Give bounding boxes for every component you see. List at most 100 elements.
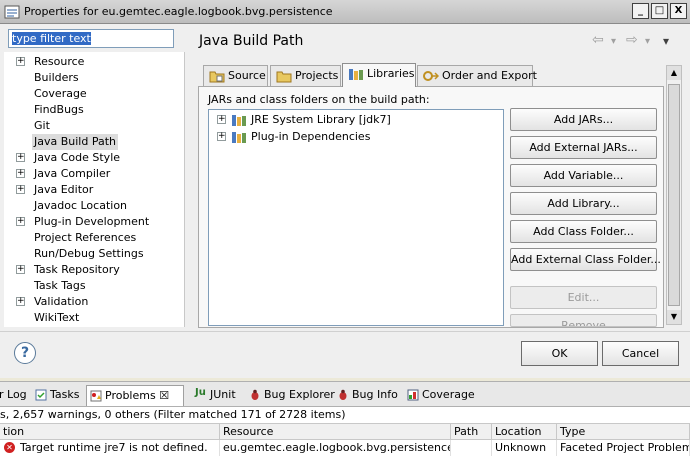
tree-item-java-compiler[interactable]: + Java Compiler: [4, 166, 185, 182]
add-variable-button[interactable]: Add Variable...: [510, 164, 657, 187]
tab-order-and-export[interactable]: Order and Export: [417, 65, 537, 86]
remove-button[interactable]: Remove: [510, 314, 657, 327]
column-resource[interactable]: Resource: [220, 424, 451, 440]
tree-item-project-references[interactable]: Project References: [4, 230, 185, 246]
tree-item-label: Javadoc Location: [34, 199, 128, 212]
tree-item-git[interactable]: Git: [4, 118, 185, 134]
tab-label: Libraries: [367, 67, 415, 80]
property-page-tree: + Resource Builders Coverage FindBugs Gi…: [4, 52, 185, 327]
tree-item-plug-in-development[interactable]: + Plug-in Development: [4, 214, 185, 230]
ok-button[interactable]: OK: [521, 341, 598, 366]
tab-label: Bug Explorer: [264, 388, 335, 401]
tab-coverage[interactable]: Coverage: [404, 385, 475, 406]
add-external-jars-button[interactable]: Add External JARs...: [510, 136, 657, 159]
tree-item-findbugs[interactable]: FindBugs: [4, 102, 185, 118]
tree-item-builders[interactable]: Builders: [4, 70, 185, 86]
tab-label: Source: [228, 69, 266, 82]
cell-resource: eu.gemtec.eagle.logbook.bvg.persistence: [220, 440, 451, 456]
vertical-scrollbar[interactable]: ▲ ▼: [666, 65, 682, 325]
view-tabs-bar: r Log Tasks Problems ☒ Ju JUnit Bug Expl…: [0, 381, 690, 407]
tree-item-task-tags[interactable]: Task Tags: [4, 278, 185, 294]
cell-path: [451, 440, 492, 456]
tab-label: r Log: [0, 388, 27, 401]
column-type[interactable]: Type: [557, 424, 690, 440]
tree-item-resource[interactable]: + Resource: [4, 54, 185, 70]
library-icon: [232, 115, 246, 126]
tab-libraries[interactable]: Libraries: [342, 63, 416, 87]
tab-problems[interactable]: Problems ☒: [86, 385, 184, 406]
column-path[interactable]: Path: [451, 424, 492, 440]
edit-button[interactable]: Edit...: [510, 286, 657, 309]
add-library-button[interactable]: Add Library...: [510, 192, 657, 215]
title-bar[interactable]: Properties for eu.gemtec.eagle.logbook.b…: [0, 0, 690, 24]
tab-junit[interactable]: Ju JUnit: [192, 385, 242, 406]
tab-bug-info[interactable]: Bug Info: [334, 385, 400, 406]
maximize-button[interactable]: □: [651, 3, 668, 19]
tree-item-label: Task Repository: [34, 263, 120, 276]
tab-error-log[interactable]: r Log: [0, 385, 28, 406]
scroll-thumb[interactable]: [668, 84, 680, 306]
build-path-entries[interactable]: + JRE System Library [jdk7] + Plug-in De…: [208, 109, 504, 326]
add-external-class-folder-button[interactable]: Add External Class Folder...: [510, 248, 661, 271]
library-icon: [232, 132, 246, 143]
forward-dropdown-icon[interactable]: ▾: [645, 36, 650, 47]
column-location[interactable]: Location: [492, 424, 557, 440]
tree-item-label: Java Compiler: [34, 167, 111, 180]
entry-jre-system-library[interactable]: + JRE System Library [jdk7]: [217, 112, 497, 128]
tab-label: Coverage: [422, 388, 475, 401]
entry-plug-in-dependencies[interactable]: + Plug-in Dependencies: [217, 129, 497, 145]
cell-type: Faceted Project Problem: [557, 440, 690, 456]
scroll-down-icon[interactable]: ▼: [667, 310, 681, 324]
close-button[interactable]: X: [670, 3, 687, 19]
view-menu-icon[interactable]: ▾: [663, 34, 669, 48]
tab-tasks[interactable]: Tasks: [32, 385, 82, 406]
tree-item-wikitext[interactable]: WikiText: [4, 310, 185, 326]
tab-source[interactable]: Source: [203, 65, 268, 86]
expand-icon[interactable]: +: [217, 132, 226, 141]
scroll-up-icon[interactable]: ▲: [667, 66, 681, 80]
tree-item-run-debug-settings[interactable]: Run/Debug Settings: [4, 246, 185, 262]
expand-icon[interactable]: +: [217, 115, 226, 124]
tasks-icon: [35, 389, 47, 401]
tree-item-task-repository[interactable]: + Task Repository: [4, 262, 185, 278]
cancel-button[interactable]: Cancel: [602, 341, 679, 366]
expand-icon[interactable]: +: [16, 57, 25, 66]
tab-label: Order and Export: [442, 69, 537, 82]
coverage-icon: [407, 389, 419, 401]
add-jars-button[interactable]: Add JARs...: [510, 108, 657, 131]
junit-icon: Ju: [195, 387, 206, 398]
tree-item-java-code-style[interactable]: + Java Code Style: [4, 150, 185, 166]
tree-item-label: Git: [34, 119, 50, 132]
expand-icon[interactable]: +: [16, 217, 25, 226]
expand-icon[interactable]: +: [16, 169, 25, 178]
source-folder-icon: [209, 71, 225, 83]
expand-icon[interactable]: +: [16, 153, 25, 162]
problems-table-header: tion Resource Path Location Type: [0, 423, 690, 440]
tree-item-java-editor[interactable]: + Java Editor: [4, 182, 185, 198]
tab-label: Problems ☒: [105, 389, 170, 402]
tree-item-javadoc-location[interactable]: Javadoc Location: [4, 198, 185, 214]
filter-text: type filter text: [12, 32, 91, 45]
table-row[interactable]: ✕ Target runtime jre7 is not defined. eu…: [0, 440, 690, 456]
cell-description: ✕ Target runtime jre7 is not defined.: [0, 440, 220, 456]
tree-item-validation[interactable]: + Validation: [4, 294, 185, 310]
help-icon[interactable]: ?: [14, 342, 36, 364]
back-arrow-icon[interactable]: ⇦: [592, 32, 604, 48]
filter-input[interactable]: type filter text: [8, 29, 174, 48]
add-class-folder-button[interactable]: Add Class Folder...: [510, 220, 657, 243]
back-dropdown-icon[interactable]: ▾: [611, 36, 616, 47]
forward-arrow-icon[interactable]: ⇨: [626, 32, 638, 48]
expand-icon[interactable]: +: [16, 185, 25, 194]
tree-item-label: Validation: [34, 295, 89, 308]
tree-item-java-build-path[interactable]: Java Build Path: [4, 134, 185, 150]
tab-label: Tasks: [50, 388, 80, 401]
description-text: Target runtime jre7 is not defined.: [20, 441, 208, 454]
column-description[interactable]: tion: [0, 424, 220, 440]
tab-bug-explorer[interactable]: Bug Explorer: [246, 385, 335, 406]
minimize-button[interactable]: _: [632, 3, 649, 19]
tab-projects[interactable]: Projects: [270, 65, 341, 86]
expand-icon[interactable]: +: [16, 297, 25, 306]
tree-item-coverage[interactable]: Coverage: [4, 86, 185, 102]
expand-icon[interactable]: +: [16, 265, 25, 274]
jars-heading: JARs and class folders on the build path…: [208, 93, 430, 106]
